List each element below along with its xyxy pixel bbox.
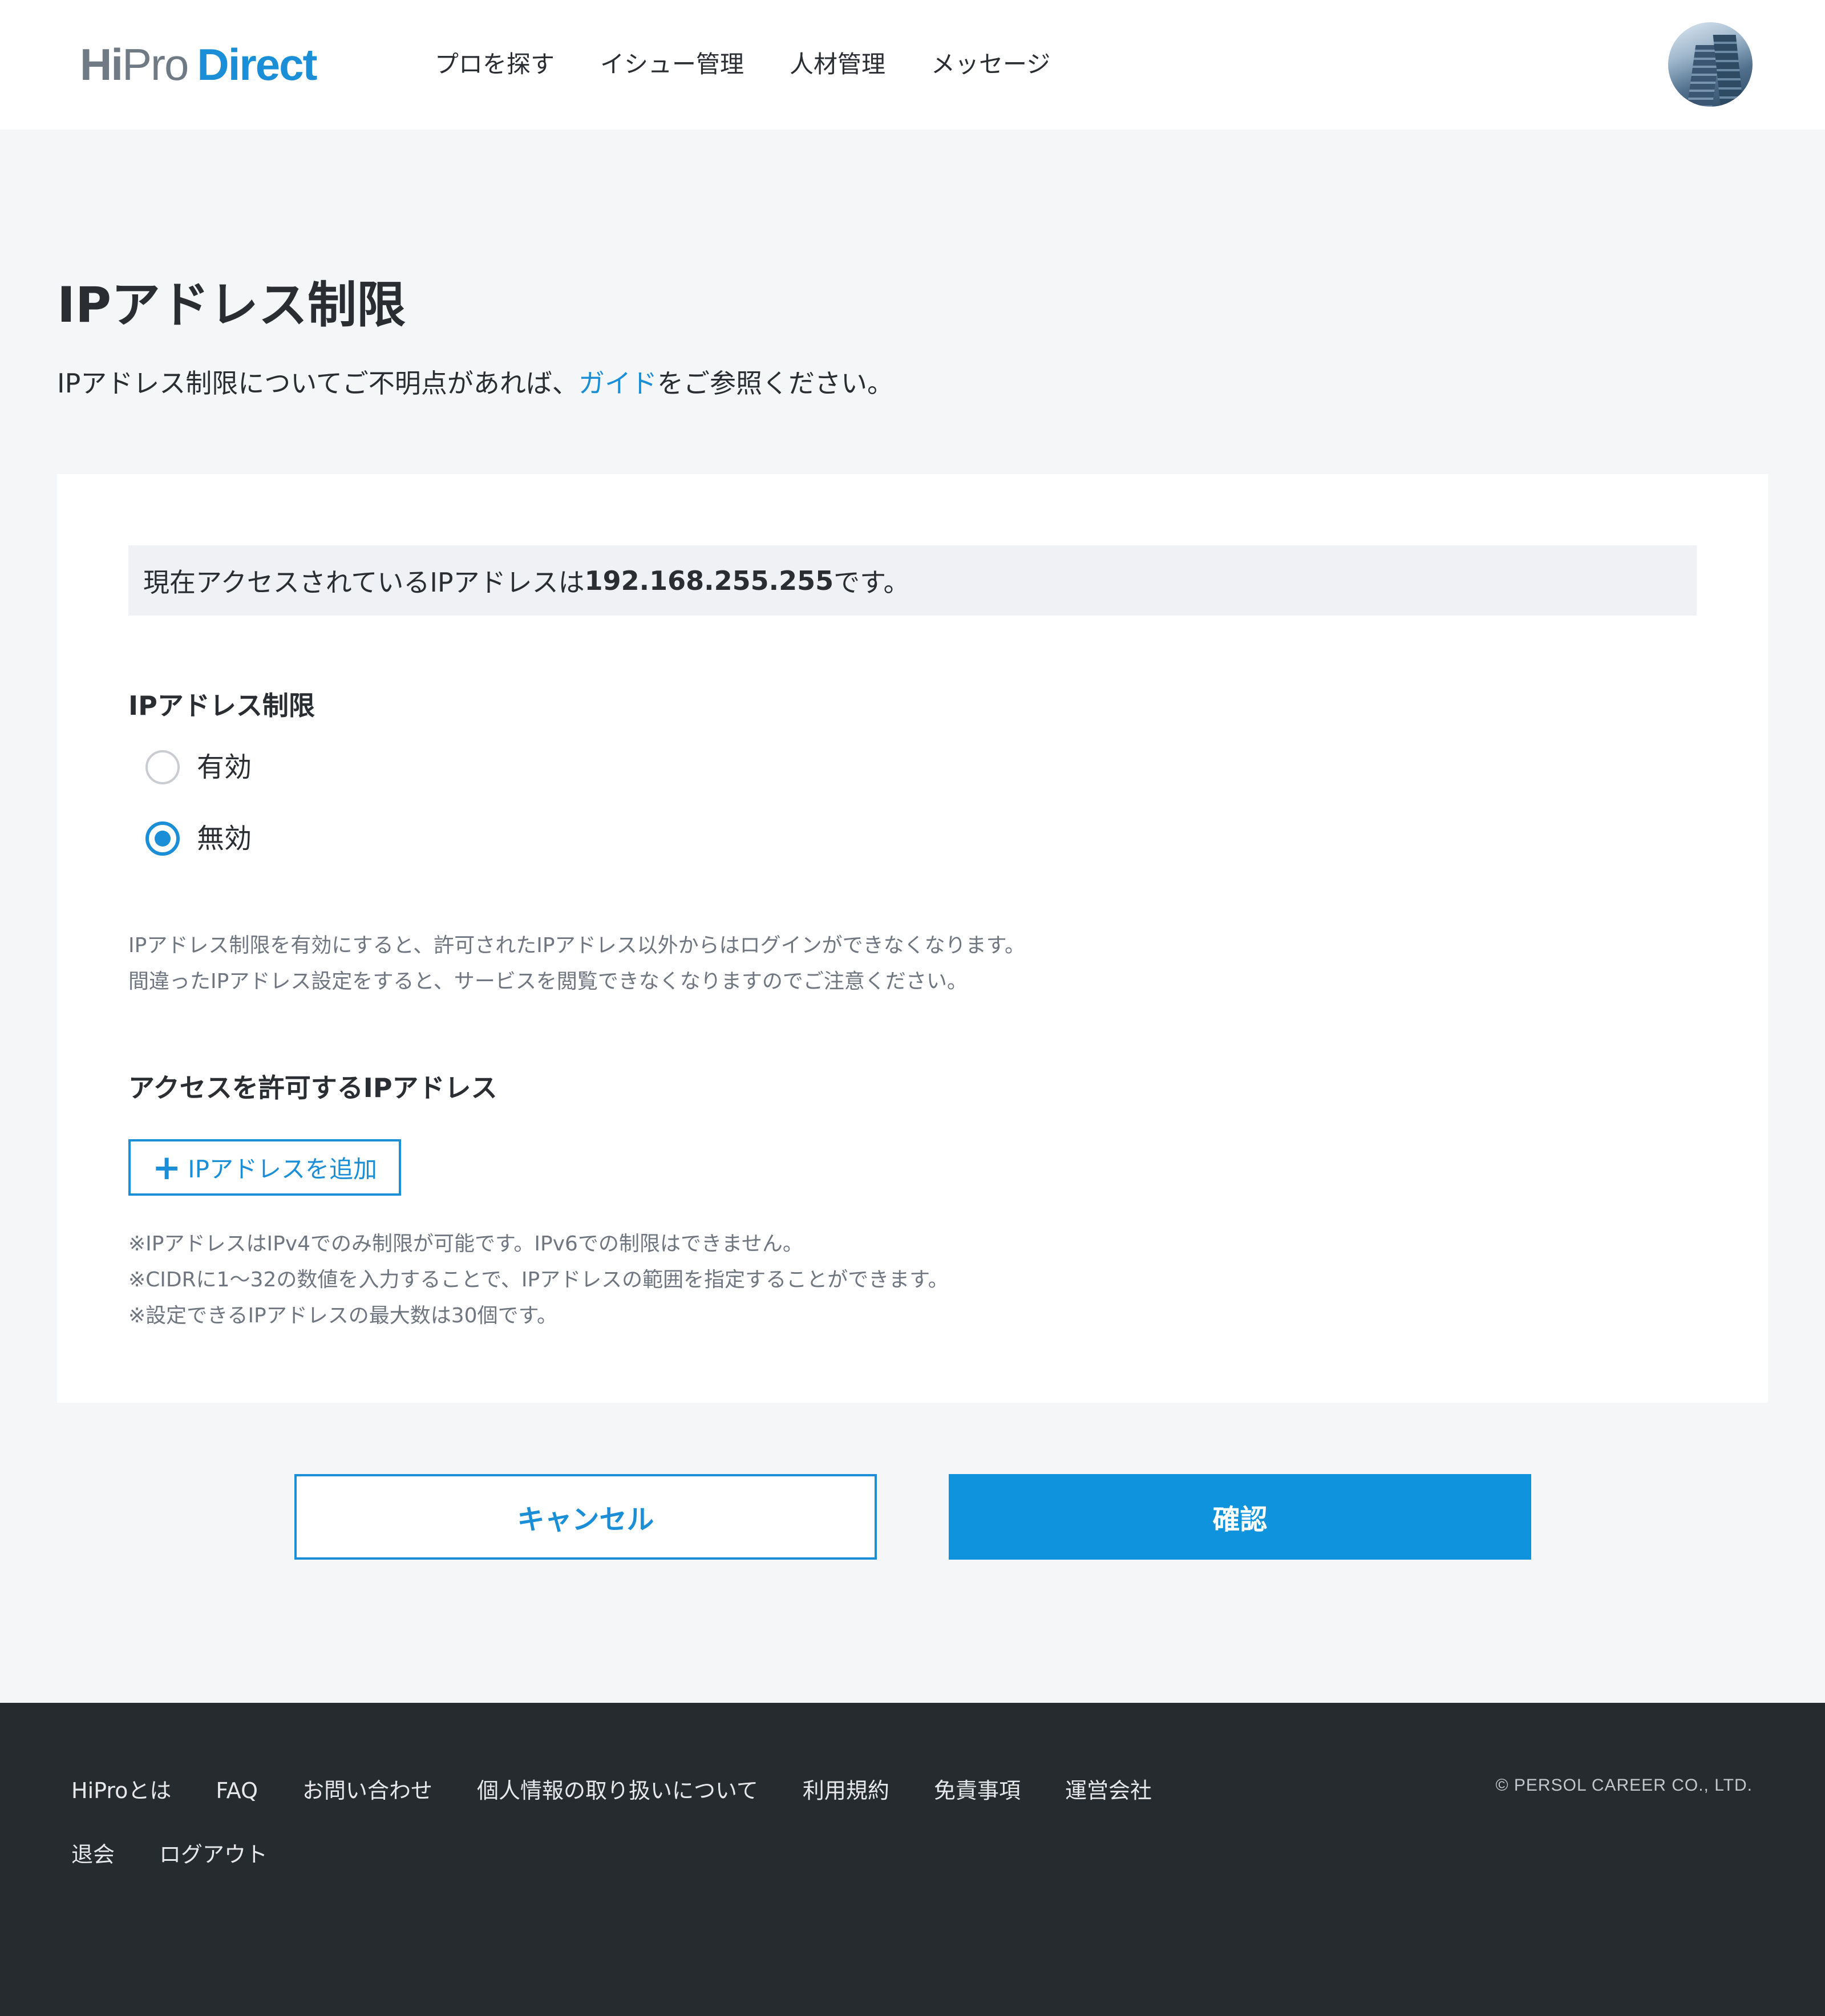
footer-link-disclaimer[interactable]: 免責事項 (934, 1775, 1021, 1807)
radio-disabled-circle[interactable] (145, 821, 180, 856)
allowed-ip-notes: ※IPアドレスはIPv4でのみ制限が可能です。IPv6での制限はできません。 ※… (128, 1226, 949, 1334)
logo-pro: Pro (122, 39, 189, 90)
avatar-photo-building (1713, 35, 1745, 107)
add-ip-address-button[interactable]: + IPアドレスを追加 (128, 1139, 401, 1196)
footer-link-withdraw[interactable]: 退会 (71, 1839, 115, 1871)
allowed-ip-note-line: ※IPアドレスはIPv4でのみ制限が可能です。IPv6での制限はできません。 (128, 1232, 803, 1256)
current-ip-banner: 現在アクセスされているIPアドレスは 192.168.255.255 です。 (128, 545, 1697, 616)
main-nav: プロを探す イシュー管理 人材管理 メッセージ (435, 47, 1050, 82)
logo-direct: Direct (197, 39, 317, 90)
radio-enabled[interactable]: 有効 (145, 749, 252, 786)
radio-enabled-circle[interactable] (145, 750, 180, 784)
site-footer: HiProとは FAQ お問い合わせ 個人情報の取り扱いについて 利用規約 免責… (0, 1703, 1825, 2016)
user-avatar-icon[interactable] (1668, 22, 1753, 107)
nav-find-pro[interactable]: プロを探す (435, 47, 555, 82)
confirm-button[interactable]: 確認 (949, 1474, 1531, 1560)
description-suffix: をご参照ください。 (657, 368, 893, 399)
footer-link-faq[interactable]: FAQ (216, 1775, 258, 1807)
footer-link-contact[interactable]: お問い合わせ (302, 1775, 432, 1807)
description-prefix: IPアドレス制限についてご不明点があれば、 (57, 368, 578, 399)
footer-links-row: HiProとは FAQ お問い合わせ 個人情報の取り扱いについて 利用規約 免責… (71, 1775, 1152, 1807)
ip-banner-prefix: 現在アクセスされているIPアドレスは (143, 566, 585, 598)
page-title: IPアドレス制限 (57, 277, 406, 334)
footer-link-privacy[interactable]: 個人情報の取り扱いについて (477, 1775, 758, 1807)
footer-account-row: 退会 ログアウト (71, 1839, 268, 1871)
add-ip-button-label: IPアドレスを追加 (188, 1155, 377, 1183)
copyright: © PERSOL CAREER CO., LTD. (1495, 1776, 1753, 1795)
page-description: IPアドレス制限についてご不明点があれば、ガイドをご参照ください。 (57, 365, 893, 402)
footer-link-logout[interactable]: ログアウト (159, 1839, 268, 1871)
footer-link-terms[interactable]: 利用規約 (803, 1775, 889, 1807)
nav-talent-management[interactable]: 人材管理 (790, 47, 885, 82)
hipro-direct-logo[interactable]: Hi Pro Direct (80, 39, 317, 90)
restriction-note-line: 間違ったIPアドレス設定をすると、サービスを閲覧できなくなりますのでご注意くださ… (128, 970, 968, 993)
nav-issue-management[interactable]: イシュー管理 (600, 47, 744, 82)
radio-enabled-label[interactable]: 有効 (197, 749, 252, 786)
footer-link-about[interactable]: HiProとは (71, 1775, 171, 1807)
radio-disabled-label[interactable]: 無効 (197, 820, 252, 857)
ip-banner-suffix: です。 (833, 566, 910, 598)
allowed-ip-label: アクセスを許可するIPアドレス (128, 1072, 497, 1103)
cancel-button[interactable]: キャンセル (294, 1474, 877, 1560)
restriction-label: IPアドレス制限 (128, 690, 315, 721)
allowed-ip-note-line: ※CIDRに1〜32の数値を入力することで、IPアドレスの範囲を指定することがで… (128, 1268, 949, 1292)
plus-icon: + (152, 1147, 181, 1188)
restriction-note-line: IPアドレス制限を有効にすると、許可されたIPアドレス以外からはログインができな… (128, 934, 1025, 957)
restriction-note: IPアドレス制限を有効にすると、許可されたIPアドレス以外からはログインができな… (128, 928, 1025, 999)
top-header: Hi Pro Direct プロを探す イシュー管理 人材管理 メッセージ (0, 0, 1825, 129)
radio-disabled[interactable]: 無効 (145, 820, 252, 857)
ip-restriction-card: 現在アクセスされているIPアドレスは 192.168.255.255 です。 IPア… (57, 474, 1768, 1403)
current-ip-address: 192.168.255.255 (584, 565, 834, 596)
logo-hi: Hi (80, 39, 123, 90)
allowed-ip-note-line: ※設定できるIPアドレスの最大数は30個です。 (128, 1304, 557, 1327)
nav-messages[interactable]: メッセージ (931, 47, 1050, 82)
footer-link-company[interactable]: 運営会社 (1065, 1775, 1152, 1807)
guide-link[interactable]: ガイド (578, 368, 657, 399)
